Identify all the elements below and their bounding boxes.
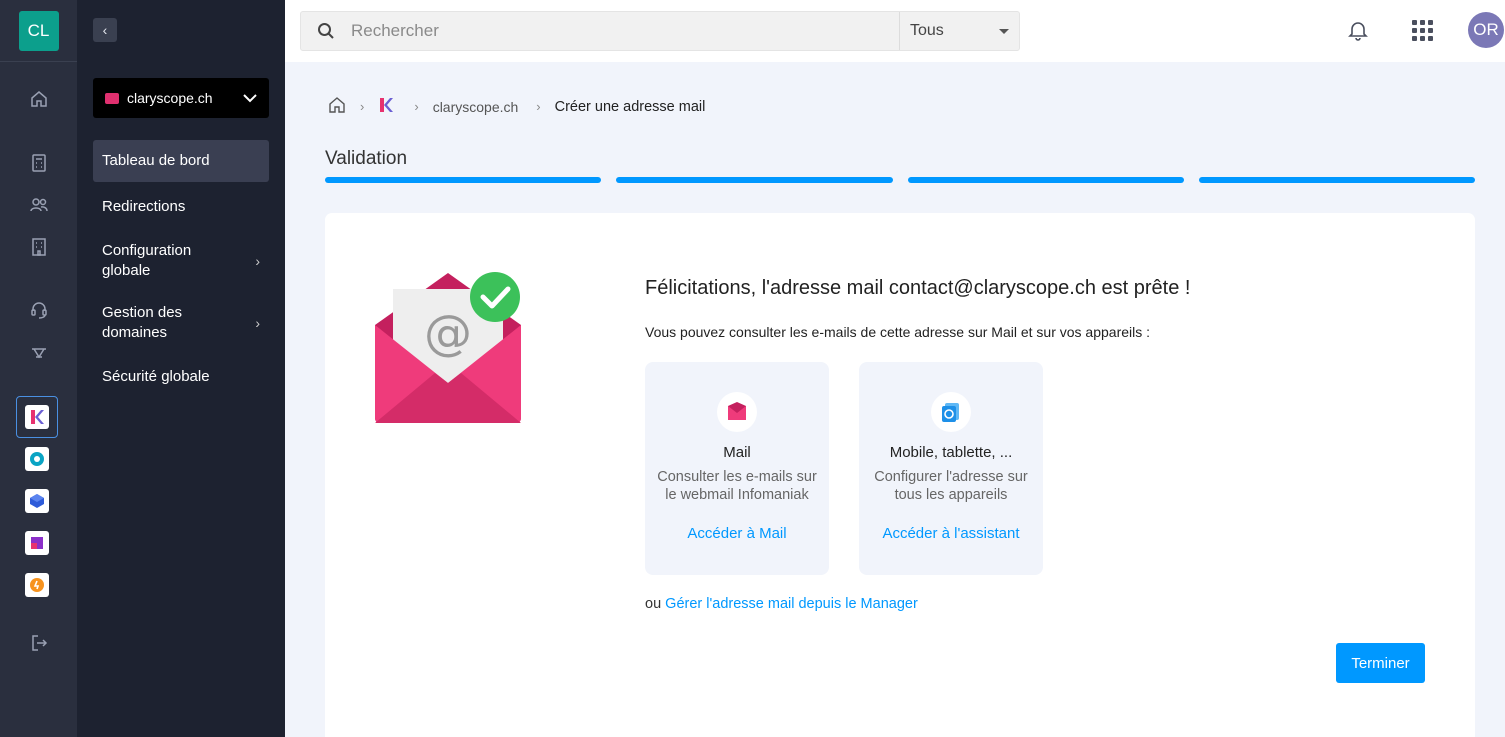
logout-icon[interactable] [0, 633, 77, 653]
breadcrumb-separator: › [536, 99, 541, 114]
breadcrumb-domain[interactable]: claryscope.ch [433, 99, 519, 115]
search-input[interactable] [351, 21, 899, 41]
app-drive-icon[interactable] [25, 447, 49, 471]
search-scope-value: Tous [910, 22, 944, 39]
collapse-nav-button[interactable]: ‹ [93, 18, 117, 42]
step-title: Validation [325, 148, 408, 169]
chevron-down-icon [243, 90, 257, 106]
nav-item-global-config[interactable]: Configuration globale › [93, 241, 269, 281]
app-kchat-k-active[interactable] [16, 396, 58, 438]
progress-segment [907, 177, 1184, 183]
app-corner-icon[interactable] [25, 531, 49, 555]
manager-line: ou Gérer l'adresse mail depuis le Manage… [645, 596, 918, 612]
finish-button[interactable]: Terminer [1336, 643, 1425, 683]
apps-grid-icon[interactable] [1412, 20, 1433, 41]
mail-app-icon [717, 392, 757, 432]
app-rail: CL [0, 0, 77, 737]
nav-item-label: Redirections [102, 198, 186, 215]
home-icon[interactable] [0, 89, 77, 109]
chevron-right-icon: › [255, 315, 260, 331]
nav-item-global-security[interactable]: Sécurité globale [93, 366, 269, 388]
option-card-devices: Mobile, tablette, ... Configurer l'adres… [859, 362, 1043, 575]
success-subline: Vous pouvez consulter les e-mails de cet… [645, 324, 1151, 340]
mail-product-icon [105, 92, 119, 104]
progress-segment [1198, 177, 1475, 183]
breadcrumb-separator: › [414, 99, 419, 114]
search-icon [301, 22, 351, 40]
progress-segment [325, 177, 602, 183]
breadcrumb: › › claryscope.ch › Créer une adresse ma… [328, 96, 705, 117]
account-badge[interactable]: CL [18, 10, 59, 51]
access-assistant-link[interactable]: Accéder à l'assistant [859, 525, 1043, 542]
user-avatar[interactable]: OR [1468, 12, 1504, 48]
manager-prefix: ou [645, 596, 662, 612]
nav-item-label: Tableau de bord [102, 152, 210, 169]
domain-selector[interactable]: claryscope.ch [93, 78, 269, 118]
calculator-icon[interactable] [0, 153, 77, 173]
envelope-success-illustration: @ [373, 271, 523, 436]
app-orange-icon[interactable] [25, 573, 49, 597]
top-bar: Tous OR [285, 0, 1505, 62]
nav-item-label: Configuration globale [102, 242, 192, 279]
option-title: Mobile, tablette, ... [889, 444, 1013, 461]
k-logo-icon [25, 405, 49, 429]
nav-item-label: Gestion des domaines [102, 304, 183, 341]
domain-selector-label: claryscope.ch [127, 90, 213, 106]
users-icon[interactable] [0, 195, 77, 215]
breadcrumb-current: Créer une adresse mail [554, 98, 706, 115]
nav-item-redirections[interactable]: Redirections [93, 196, 269, 218]
search-bar: Tous [300, 11, 1020, 51]
confirmation-card: @ Félicitations, l'adresse mail contact@… [325, 213, 1475, 737]
k-logo-icon[interactable] [378, 97, 394, 116]
nav-item-domains[interactable]: Gestion des domaines › [93, 303, 269, 343]
step-progress [325, 177, 1475, 183]
nav-item-dashboard[interactable]: Tableau de bord [93, 140, 269, 182]
rail-header: CL [0, 0, 77, 62]
tools-icon[interactable] [0, 343, 77, 363]
home-icon[interactable] [328, 96, 346, 117]
option-title: Mail [723, 444, 751, 461]
manage-in-manager-link[interactable]: Gérer l'adresse mail depuis le Manager [665, 596, 918, 612]
sync-devices-icon [931, 392, 971, 432]
bell-icon[interactable] [1347, 19, 1369, 46]
breadcrumb-separator: › [360, 99, 365, 114]
support-headset-icon[interactable] [0, 300, 77, 320]
app-cube-icon[interactable] [25, 489, 49, 513]
progress-segment [616, 177, 893, 183]
chevron-right-icon: › [255, 253, 260, 269]
option-description: Consulter les e-mails sur le webmail Inf… [657, 469, 817, 503]
chevron-left-icon: ‹ [102, 22, 108, 38]
option-description: Configurer l'adresse sur tous les appare… [874, 469, 1028, 503]
success-headline: Félicitations, l'adresse mail contact@cl… [645, 277, 1191, 299]
building-icon[interactable] [0, 237, 77, 257]
svg-text:@: @ [424, 305, 472, 361]
caret-down-icon [999, 28, 1009, 34]
secondary-nav: ‹ claryscope.ch Tableau de bord Redirect… [77, 0, 285, 737]
search-scope-select[interactable]: Tous [899, 12, 1019, 50]
option-card-mail: Mail Consulter les e-mails sur le webmai… [645, 362, 829, 575]
nav-item-label: Sécurité globale [102, 368, 210, 385]
access-mail-link[interactable]: Accéder à Mail [645, 525, 829, 542]
